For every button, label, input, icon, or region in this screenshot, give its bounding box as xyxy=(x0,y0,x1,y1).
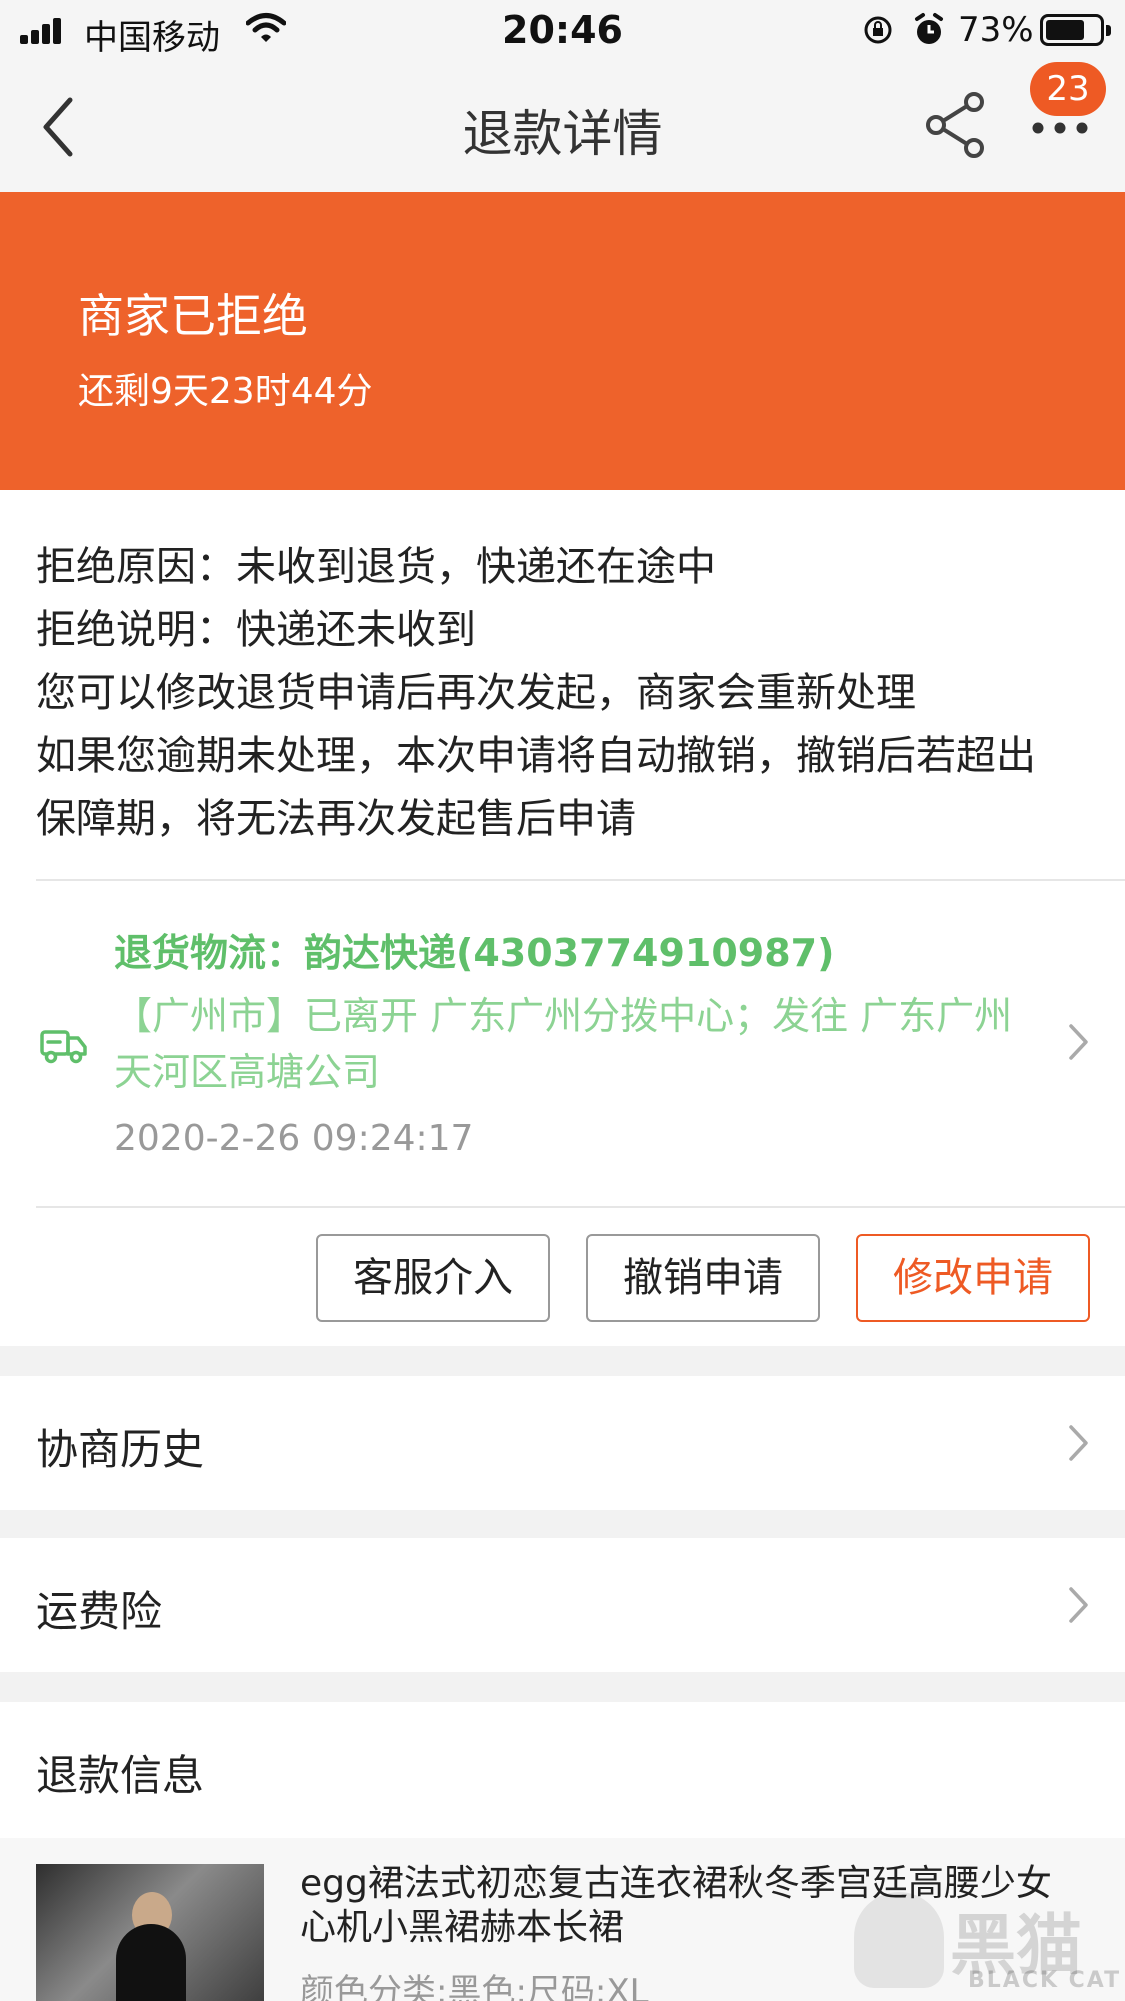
share-icon[interactable] xyxy=(924,90,988,160)
notification-badge: 23 xyxy=(1030,62,1106,116)
refund-detail-page: 中国移动 20:46 73% 退款详情 23 商家已拒绝 还剩9天23时44分 … xyxy=(0,0,1125,2001)
cancel-request-button[interactable]: 撤销申请 xyxy=(586,1234,820,1322)
logistics-timestamp: 2020-2-26 09:24:17 xyxy=(114,1118,474,1159)
expiry-warning-line2: 保障期，将无法再次发起售后申请 xyxy=(36,796,636,842)
watermark-subtext: BLACK CAT xyxy=(968,1968,1122,1993)
chevron-right-icon xyxy=(1069,1425,1088,1461)
status-bar: 中国移动 20:46 73% xyxy=(0,0,1125,62)
battery-icon xyxy=(1040,14,1111,46)
rotation-lock-icon xyxy=(864,16,892,44)
shipping-insurance-label: 运费险 xyxy=(36,1587,163,1636)
clock: 20:46 xyxy=(502,8,623,52)
countdown-text: 还剩9天23时44分 xyxy=(78,371,373,412)
expiry-warning-line1: 如果您逾期未处理，本次申请将自动撤销，撤销后若超出 xyxy=(36,733,1036,779)
resubmit-hint: 您可以修改退货申请后再次发起，商家会重新处理 xyxy=(36,670,916,716)
alarm-icon xyxy=(915,13,943,44)
refusal-reason: 拒绝原因：未收到退货，快递还在途中 xyxy=(36,544,716,590)
chevron-right-icon xyxy=(1069,1587,1088,1623)
battery-percent: 73% xyxy=(958,10,1034,50)
chevron-right-icon xyxy=(1069,1024,1088,1060)
divider xyxy=(36,879,1125,881)
modify-request-button[interactable]: 修改申请 xyxy=(856,1234,1090,1322)
black-cat-logo-icon xyxy=(854,1892,944,1988)
refund-status-title: 商家已拒绝 xyxy=(78,289,308,343)
product-thumbnail xyxy=(36,1864,264,2001)
refund-status-banner: 商家已拒绝 还剩9天23时44分 xyxy=(0,192,1125,490)
nav-bar: 退款详情 23 xyxy=(0,62,1125,192)
logistics-carrier: 退货物流：韵达快递(4303774910987) xyxy=(114,931,835,975)
black-cat-watermark: 黑猫 BLACK CAT xyxy=(850,1890,1125,2001)
divider xyxy=(36,1206,1125,1208)
shipping-insurance-row[interactable]: 运费险 xyxy=(0,1538,1125,1672)
negotiation-history-label: 协商历史 xyxy=(36,1425,205,1474)
logistics-status: 【广州市】已离开 广东广州分拨中心；发往 广东广州天河区高塘公司 xyxy=(114,994,1013,1094)
refusal-note: 拒绝说明：快递还未收到 xyxy=(36,607,476,653)
delivery-truck-icon xyxy=(40,1030,87,1064)
more-icon[interactable] xyxy=(1030,118,1090,138)
product-spec: 颜色分类:黑色;尺码:XL xyxy=(300,1972,649,2001)
customer-service-button[interactable]: 客服介入 xyxy=(316,1234,550,1322)
refund-info-title: 退款信息 xyxy=(36,1751,205,1800)
negotiation-history-row[interactable]: 协商历史 xyxy=(0,1376,1125,1510)
